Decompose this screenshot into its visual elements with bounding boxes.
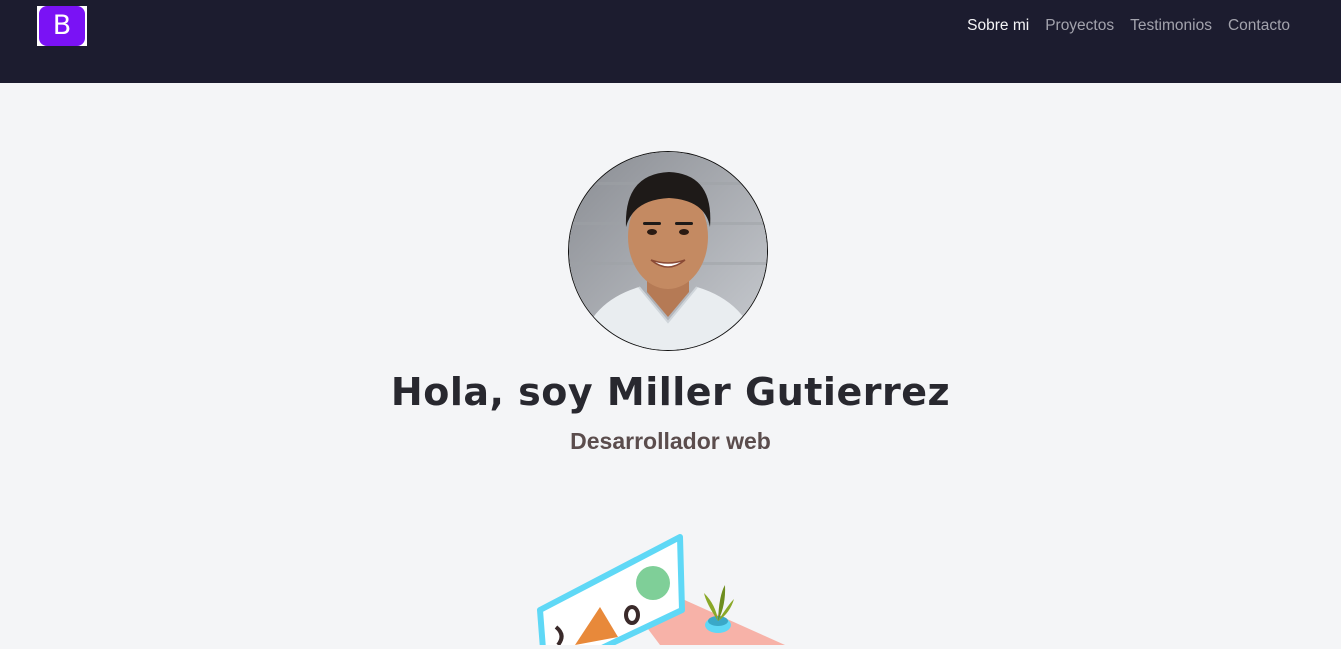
navbar: B Sobre mi Proyectos Testimonios Contact… (0, 0, 1341, 83)
nav-links: Sobre mi Proyectos Testimonios Contacto (967, 16, 1290, 36)
profile-photo (568, 151, 768, 351)
nav-link-testimonios[interactable]: Testimonios (1130, 16, 1212, 36)
hero-title: Hola, soy Miller Gutierrez (390, 370, 951, 414)
hero-illustration (520, 525, 820, 649)
bootstrap-logo-icon: B (39, 6, 85, 46)
hero-subtitle: Desarrollador web (570, 428, 771, 454)
nav-link-sobre-mi[interactable]: Sobre mi (967, 16, 1029, 36)
brand-logo[interactable]: B (37, 6, 87, 46)
nav-link-proyectos[interactable]: Proyectos (1045, 16, 1114, 36)
nav-link-contacto[interactable]: Contacto (1228, 16, 1290, 36)
